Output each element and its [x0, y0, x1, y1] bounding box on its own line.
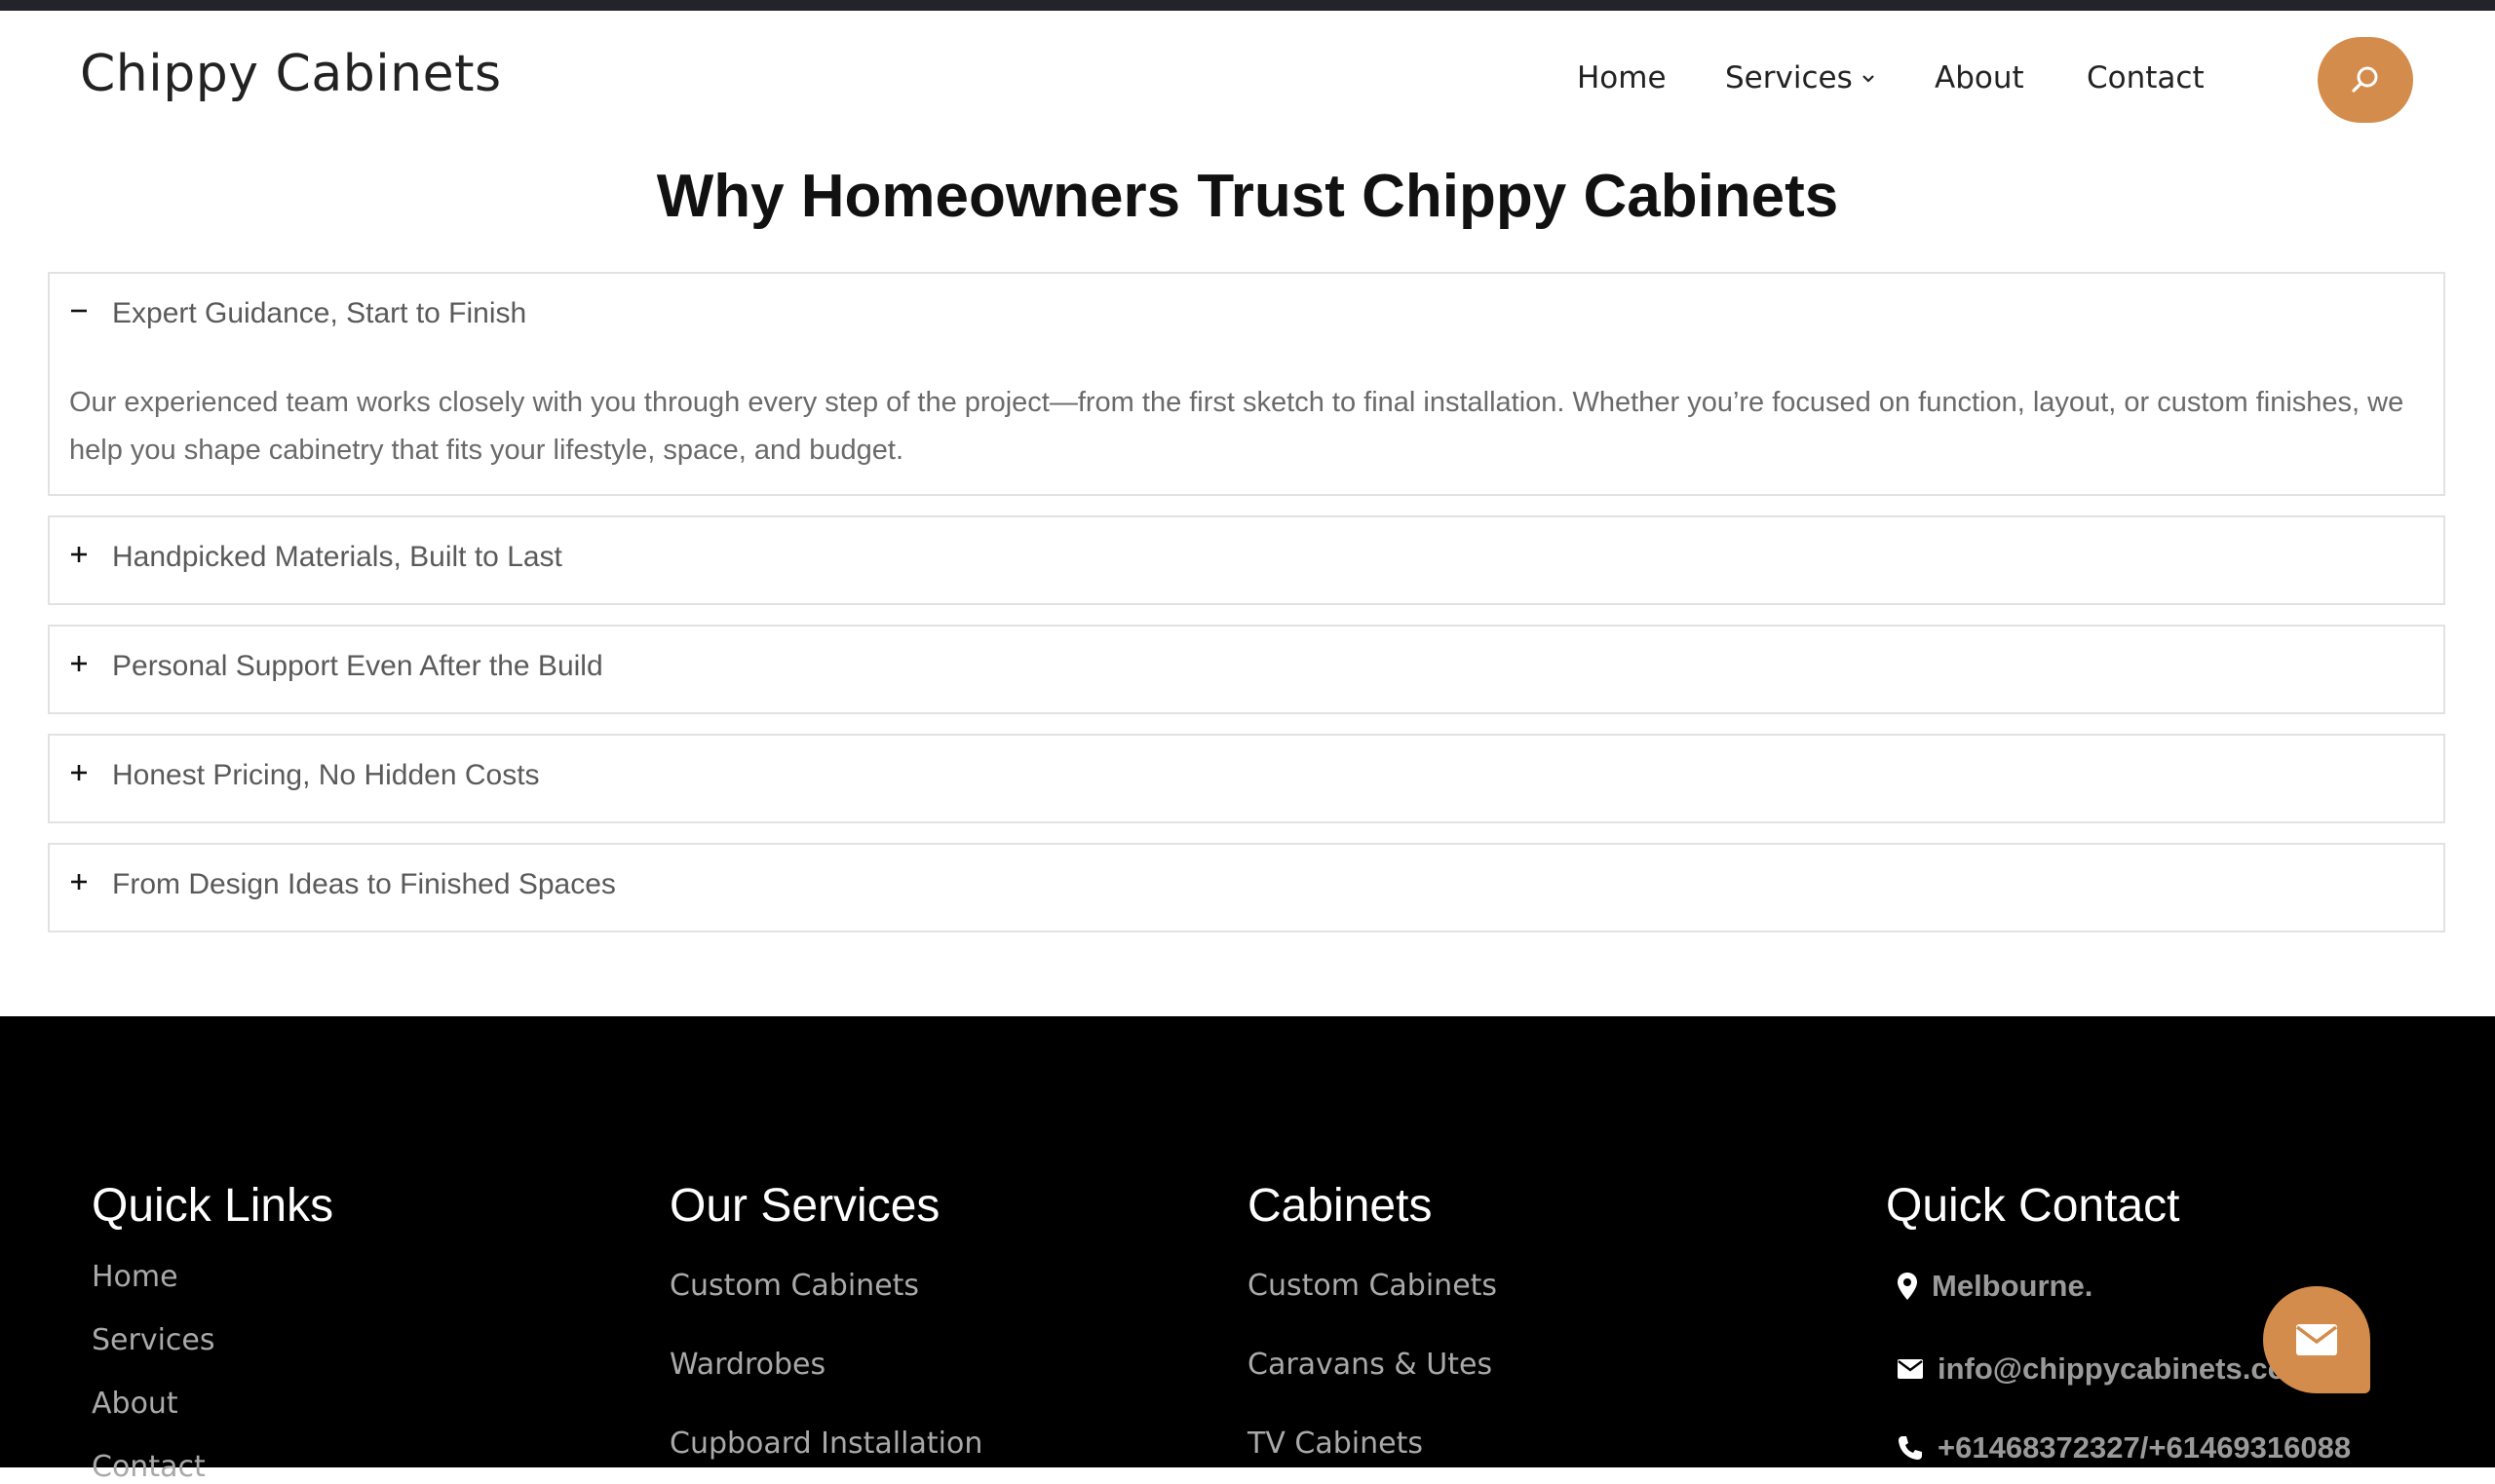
footer-link-home[interactable]: Home [92, 1260, 178, 1294]
accordion-title: Honest Pricing, No Hidden Costs [112, 759, 540, 791]
accordion-item-honest-pricing: Honest Pricing, No Hidden Costs [48, 734, 2445, 823]
map-pin-icon [1898, 1273, 1917, 1300]
footer [0, 1016, 2495, 1467]
search-button[interactable] [2318, 37, 2413, 123]
accordion-title: Personal Support Even After the Build [112, 650, 603, 682]
footer-link-cupboard-installation[interactable]: Cupboard Installation [670, 1427, 982, 1461]
footer-heading-quick-contact: Quick Contact [1886, 1180, 2180, 1232]
chevron-down-icon [1862, 75, 1874, 83]
footer-link-caravans-utes[interactable]: Caravans & Utes [1248, 1348, 1492, 1382]
footer-link-custom-cabinets[interactable]: Custom Cabinets [670, 1269, 919, 1303]
plus-icon [71, 656, 87, 671]
footer-heading-quick-links: Quick Links [92, 1180, 334, 1232]
footer-link-custom-cabinets-2[interactable]: Custom Cabinets [1248, 1269, 1497, 1303]
envelope-icon [2295, 1324, 2338, 1355]
accordion-item-expert-guidance: Expert Guidance, Start to Finish Our exp… [48, 272, 2445, 496]
plus-icon [71, 547, 87, 562]
floating-email-button[interactable] [2263, 1286, 2370, 1393]
accordion-title: Handpicked Materials, Built to Last [112, 541, 562, 573]
footer-heading-cabinets: Cabinets [1248, 1180, 1433, 1232]
footer-link-tv-cabinets[interactable]: TV Cabinets [1248, 1427, 1423, 1461]
nav-about[interactable]: About [1935, 60, 2024, 95]
accordion-item-personal-support: Personal Support Even After the Build [48, 625, 2445, 714]
nav-contact[interactable]: Contact [2087, 60, 2205, 95]
contact-location-text: Melbourne. [1932, 1269, 2093, 1303]
accordion-toggle[interactable]: Expert Guidance, Start to Finish [50, 274, 2443, 360]
accordion-title: Expert Guidance, Start to Finish [112, 297, 527, 329]
phone-icon [1899, 1436, 1922, 1460]
nav-services-label: Services [1725, 60, 1853, 95]
accordion-toggle[interactable]: From Design Ideas to Finished Spaces [50, 845, 2443, 931]
contact-email-text: info@chippycabinets.com [1938, 1351, 2314, 1386]
footer-link-about[interactable]: About [92, 1387, 178, 1421]
contact-email[interactable]: info@chippycabinets.com [1897, 1351, 2313, 1387]
minus-icon [71, 309, 87, 313]
accordion-item-design-ideas: From Design Ideas to Finished Spaces [48, 843, 2445, 932]
nav-services[interactable]: Services [1725, 60, 1876, 95]
footer-link-services[interactable]: Services [92, 1323, 215, 1357]
accordion-toggle[interactable]: Handpicked Materials, Built to Last [50, 517, 2443, 603]
footer-heading-services: Our Services [670, 1180, 940, 1232]
contact-phone-text: +61468372327/+61469316088 [1938, 1430, 2352, 1465]
footer-link-wardrobes[interactable]: Wardrobes [670, 1348, 825, 1382]
contact-location: Melbourne. [1897, 1269, 2092, 1304]
site-logo[interactable]: Chippy Cabinets [80, 45, 502, 103]
plus-icon [71, 765, 87, 780]
envelope-icon [1898, 1359, 1923, 1379]
accordion-item-handpicked-materials: Handpicked Materials, Built to Last [48, 515, 2445, 605]
accordion-toggle[interactable]: Honest Pricing, No Hidden Costs [50, 736, 2443, 821]
plus-icon [71, 874, 87, 890]
accordion-title: From Design Ideas to Finished Spaces [112, 868, 616, 900]
accordion-toggle[interactable]: Personal Support Even After the Build [50, 627, 2443, 712]
nav-home[interactable]: Home [1577, 60, 1667, 95]
accordion-content: Our experienced team works closely with … [69, 387, 2404, 466]
top-bar [0, 0, 2495, 11]
search-icon [2352, 66, 2378, 93]
section-title: Why Homeowners Trust Chippy Cabinets [656, 163, 1839, 230]
contact-phone[interactable]: +61468372327/+61469316088 [1897, 1430, 2351, 1465]
